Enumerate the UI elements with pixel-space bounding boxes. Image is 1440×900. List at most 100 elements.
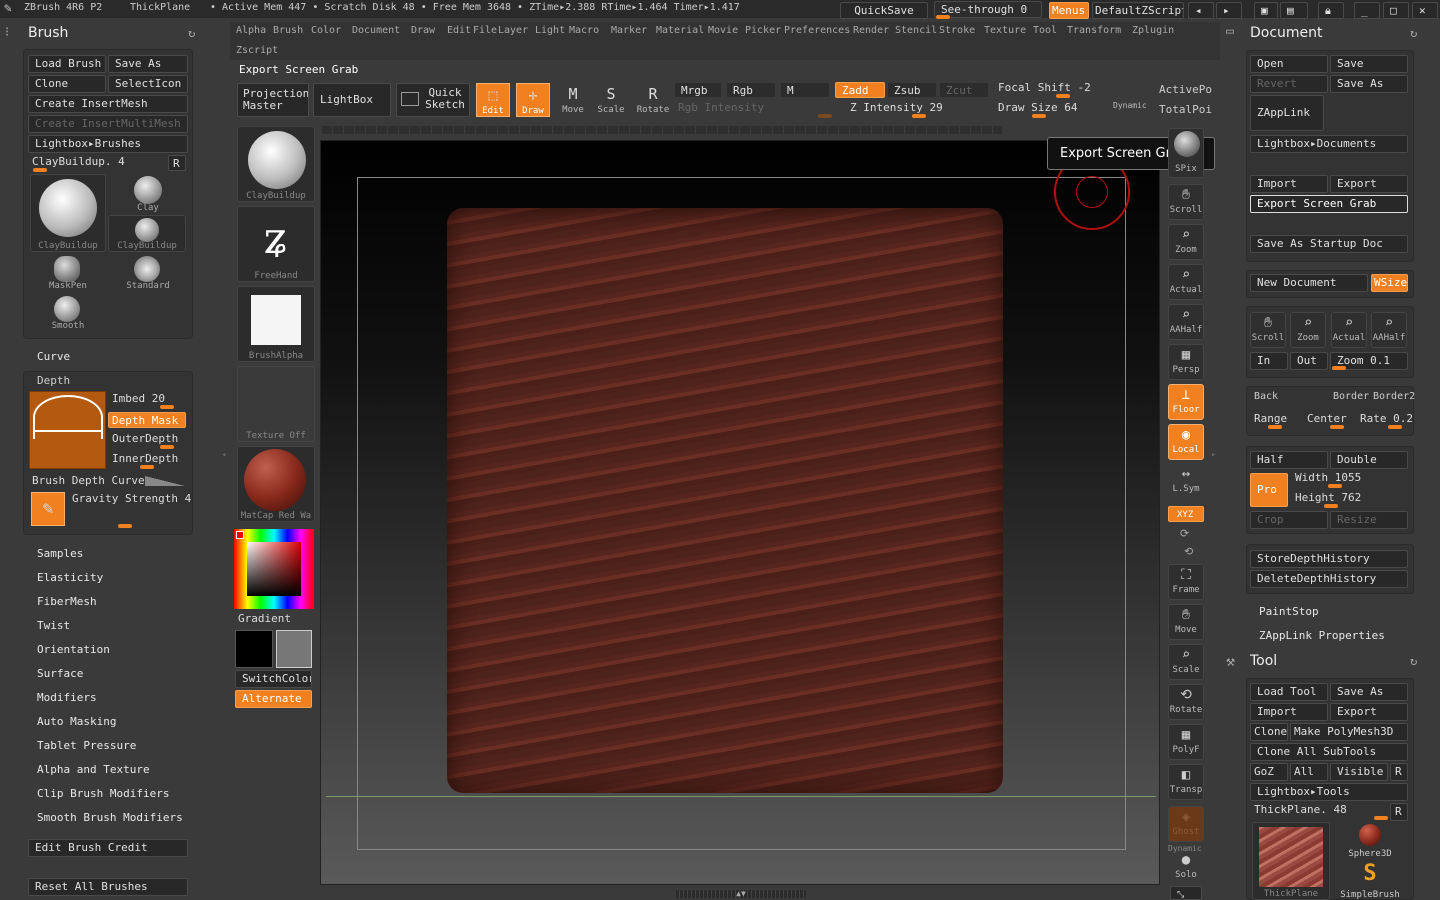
clone-all-subtools-button[interactable]: Clone All SubTools (1250, 743, 1408, 761)
paintstop-section[interactable]: PaintStop (1259, 605, 1319, 618)
shelf-transp-button[interactable]: ◧ Transp (1168, 764, 1204, 800)
wsize-button[interactable]: WSize (1371, 274, 1408, 292)
doc-revert-button[interactable]: Revert (1250, 75, 1328, 93)
rgb-intensity-slider[interactable]: Rgb Intensity (678, 101, 764, 114)
rate-slider[interactable]: Rate 0.2 (1360, 412, 1413, 425)
select-icon-button[interactable]: SelectIcon (108, 75, 188, 93)
shelf-floor-button[interactable]: ⊥ Floor (1168, 384, 1204, 420)
depth-preview-icon[interactable] (29, 391, 106, 469)
zapplink-properties-section[interactable]: ZAppLink Properties (1259, 629, 1385, 642)
shelf-frame-button[interactable]: ⛶ Frame (1168, 564, 1204, 600)
left-tray-handle[interactable]: ◂ (221, 450, 229, 470)
shelf-polyf-button[interactable]: ▦ PolyF (1168, 724, 1204, 760)
shelf-move-button[interactable]: ✋︎ Move (1168, 604, 1204, 640)
layout-b-icon[interactable]: ▤ (1280, 2, 1308, 19)
draw-size-slider[interactable]: Draw Size 64 (998, 101, 1077, 114)
tray-texture-button[interactable]: Texture Off (237, 366, 315, 442)
main-color-swatch[interactable] (235, 630, 273, 668)
brush-depth-curve[interactable]: Brush Depth Curve (32, 474, 145, 487)
m-button[interactable]: M (780, 82, 830, 98)
resize-button[interactable]: Resize (1330, 511, 1408, 529)
shelf-expand-icon[interactable]: ⤡ (1170, 886, 1202, 900)
shelf-scale-button[interactable]: ⌕ Scale (1168, 644, 1204, 680)
brush-r-button[interactable]: R (168, 155, 186, 171)
store-depth-history-button[interactable]: StoreDepthHistory (1250, 550, 1408, 568)
goz-button[interactable]: GoZ (1250, 763, 1288, 781)
alpha-texture-section[interactable]: Alpha and Texture (37, 763, 150, 776)
double-button[interactable]: Double (1330, 451, 1408, 469)
edit-brush-credit-button[interactable]: Edit Brush Credit (28, 839, 188, 857)
tool-export-button[interactable]: Export (1330, 703, 1408, 721)
bottom-scroll-handle[interactable]: ▲▼ (676, 890, 806, 898)
quick-sketch-button[interactable]: Quick Sketch (396, 83, 470, 117)
menu-stroke[interactable]: Stroke (939, 25, 975, 36)
mrgb-button[interactable]: Mrgb (674, 82, 722, 98)
current-brush-slider[interactable]: ClayBuildup. 4 (32, 155, 125, 168)
tool-reset-icon[interactable]: ↻ (1410, 654, 1417, 668)
current-tool-slider[interactable]: ThickPlane. 48 (1254, 803, 1347, 816)
half-button[interactable]: Half (1250, 451, 1328, 469)
brush-thumb-claybuildup[interactable]: ClayBuildup (108, 215, 186, 252)
lock-icon[interactable]: 🔒︎ (1318, 2, 1344, 19)
depth-mask-button[interactable]: Depth Mask (108, 412, 186, 428)
brush-panel-title[interactable]: Brush (28, 25, 68, 41)
lightbox-button[interactable]: LightBox (313, 83, 391, 117)
right-tray-handle[interactable]: ▸ (1211, 450, 1219, 470)
tool-save-as-button[interactable]: Save As (1330, 683, 1408, 701)
menu-preferences[interactable]: Preferences (784, 25, 850, 36)
border2-color-button[interactable]: Border2 (1373, 391, 1415, 402)
menu-zplugin[interactable]: Zplugin (1132, 25, 1174, 36)
menu-render[interactable]: Render (853, 25, 889, 36)
shelf-zoom-button[interactable]: ⌕ Zoom (1168, 224, 1204, 260)
move-mode-button[interactable]: M Move (556, 83, 590, 117)
brush-thumb-smooth[interactable]: Smooth (40, 296, 96, 332)
tray-material-button[interactable]: MatCap Red Wa (237, 446, 315, 522)
brush-save-as-button[interactable]: Save As (108, 55, 188, 73)
menu-tool[interactable]: Tool (1033, 25, 1057, 36)
shelf-rotate-button[interactable]: ⟲ Rotate (1168, 684, 1204, 720)
doc-zoom-button[interactable]: ⌕ Zoom (1290, 312, 1326, 348)
menu-color[interactable]: Color (311, 25, 341, 36)
menu-brush[interactable]: Brush (273, 25, 303, 36)
color-picker[interactable] (234, 529, 314, 609)
width-slider[interactable]: Width 1055 (1295, 471, 1361, 484)
reset-all-brushes-button[interactable]: Reset All Brushes (28, 878, 188, 896)
surface-section[interactable]: Surface (37, 667, 83, 680)
gradient-label[interactable]: Gradient (238, 612, 291, 625)
menu-picker[interactable]: Picker (745, 25, 781, 36)
doc-scroll-button[interactable]: ✋︎ Scroll (1250, 312, 1286, 348)
tool-clone-button[interactable]: Clone (1250, 723, 1288, 741)
zapplink-button[interactable]: ZAppLink (1250, 95, 1324, 131)
export-screen-grab-button[interactable]: Export Screen Grab (1250, 195, 1408, 213)
zadd-button[interactable]: Zadd (835, 82, 885, 98)
scale-mode-button[interactable]: S Scale (594, 83, 628, 117)
tray-brush-button[interactable]: ClayBuildup (237, 126, 315, 202)
create-insertmesh-button[interactable]: Create InsertMesh (28, 95, 188, 113)
menu-document[interactable]: Document (352, 25, 400, 36)
menu-alpha[interactable]: Alpha (236, 25, 266, 36)
see-through-slider[interactable]: See-through 0 (934, 1, 1042, 18)
switch-color-button[interactable]: SwitchColor (235, 670, 312, 688)
lightbox-documents-button[interactable]: Lightbox▸Documents (1250, 135, 1408, 153)
shelf-persp-button[interactable]: ▦ Persp (1168, 344, 1204, 380)
auto-masking-section[interactable]: Auto Masking (37, 715, 116, 728)
default-zscript-button[interactable]: DefaultZScript (1092, 2, 1184, 19)
document-panel-title[interactable]: Document (1250, 25, 1323, 41)
maximize-icon[interactable]: □ (1383, 2, 1409, 19)
menu-edit[interactable]: Edit (447, 25, 471, 36)
edit-mode-button[interactable]: ⬚ Edit (476, 83, 510, 117)
new-document-button[interactable]: New Document (1250, 274, 1368, 292)
doc-save-button[interactable]: Save (1330, 55, 1408, 73)
clip-brush-modifiers-section[interactable]: Clip Brush Modifiers (37, 787, 169, 800)
tablet-pressure-section[interactable]: Tablet Pressure (37, 739, 136, 752)
make-polymesh-button[interactable]: Make PolyMesh3D (1290, 723, 1408, 741)
menu-texture[interactable]: Texture (984, 25, 1026, 36)
lightbox-tools-button[interactable]: Lightbox▸Tools (1250, 783, 1408, 801)
shelf-xyz-button[interactable]: XYZ (1168, 506, 1204, 522)
rgb-button[interactable]: Rgb (726, 82, 776, 98)
shelf-scroll-button[interactable]: ✋︎ Scroll (1168, 184, 1204, 220)
doc-import-button[interactable]: Import (1250, 175, 1328, 193)
doc-open-button[interactable]: Open (1250, 55, 1328, 73)
brush-clone-button[interactable]: Clone (28, 75, 106, 93)
tool-import-button[interactable]: Import (1250, 703, 1328, 721)
